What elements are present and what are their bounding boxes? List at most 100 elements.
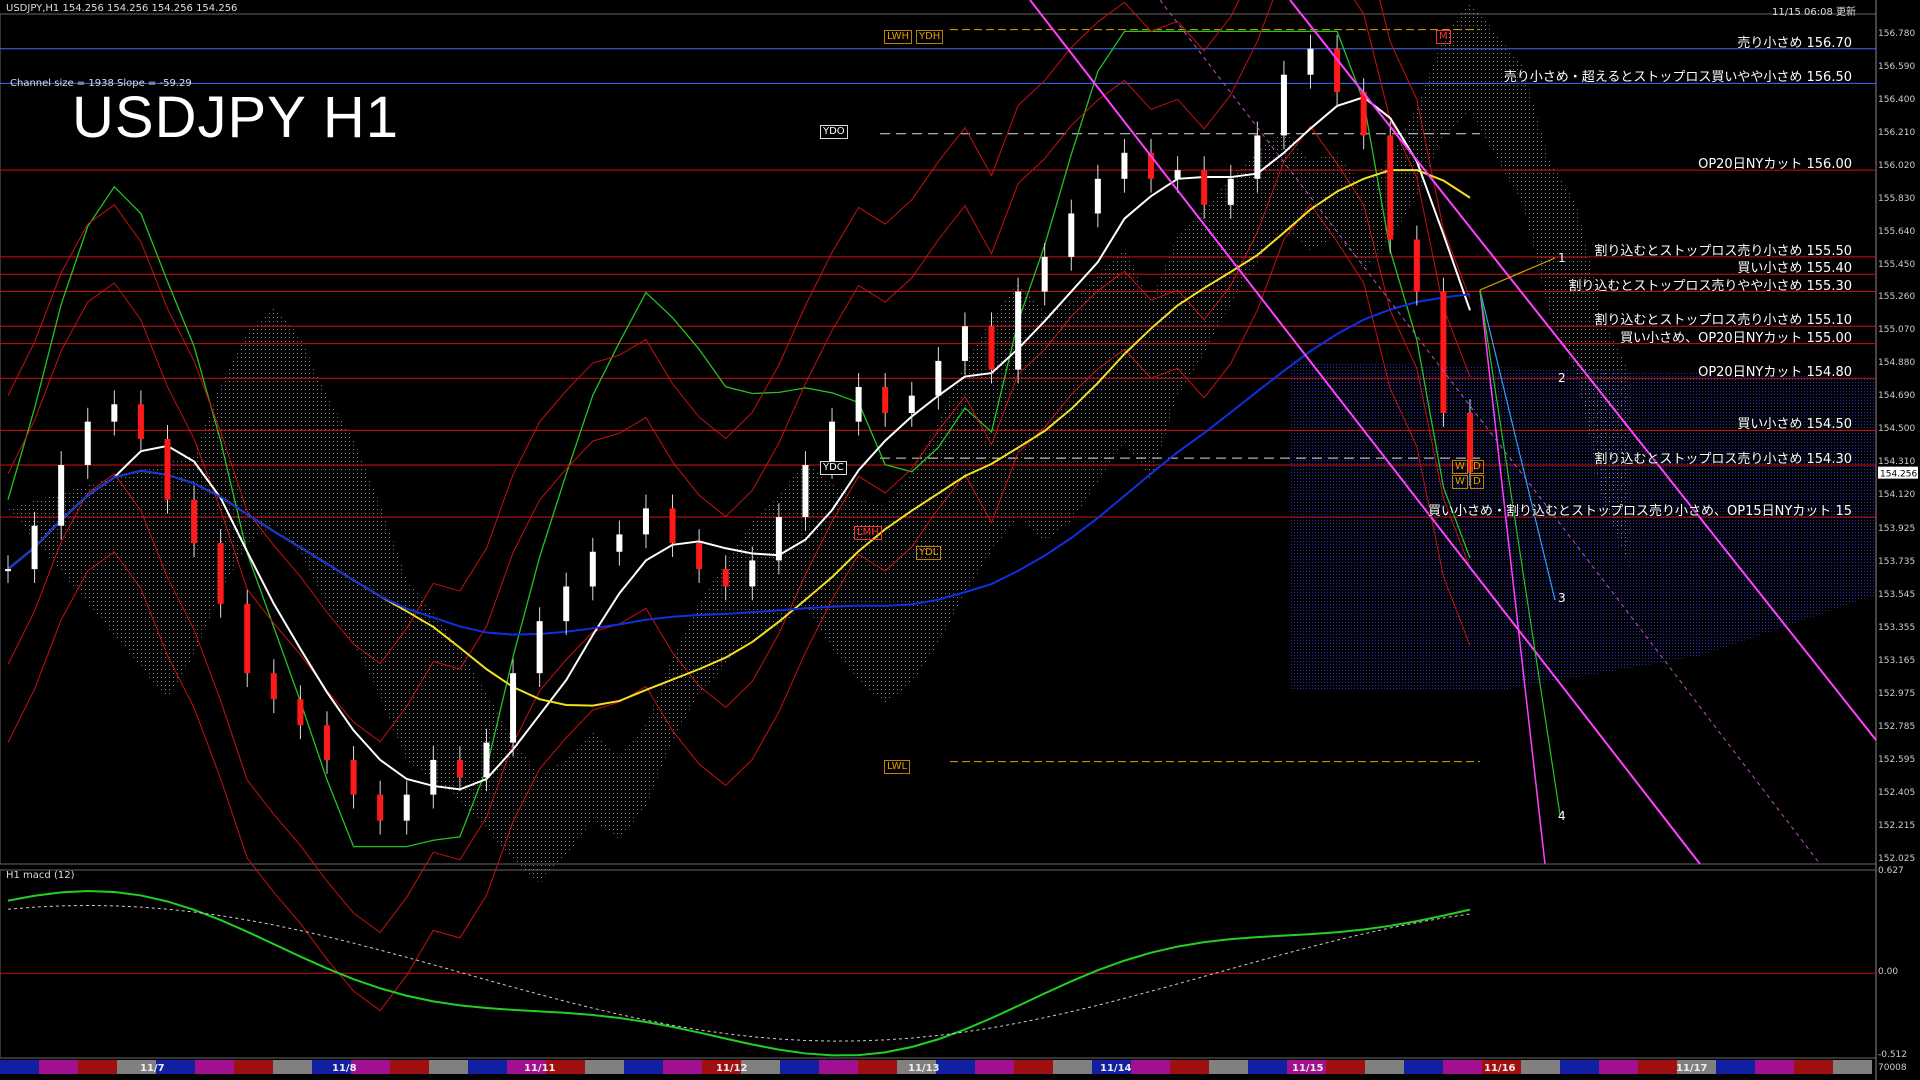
candle-46 [1227, 178, 1234, 205]
symbol-info: USDJPY,H1 154.256 154.256 154.256 154.25… [6, 3, 238, 14]
y-tick-4: 156.020 [1878, 160, 1916, 171]
level-label-1: 売り小さめ・超えるとストップロス買いやや小さめ 156.50 [1503, 70, 1852, 86]
date-strip-seg-29 [1131, 1060, 1170, 1074]
candle-23 [616, 534, 623, 552]
date-strip-seg-11 [429, 1060, 468, 1074]
w-tag-1: W [1452, 460, 1468, 474]
candle-13 [350, 759, 357, 795]
x-date-4: 11/13 [908, 1063, 940, 1074]
price-chart: 154.256 [0, 0, 1918, 1080]
candle-10 [270, 673, 277, 700]
date-strip-seg-31 [1209, 1060, 1248, 1074]
y-tick-2: 156.400 [1878, 94, 1916, 105]
x-date-5: 11/14 [1100, 1063, 1132, 1074]
level-label-2: OP20日NYカット 156.00 [1698, 157, 1852, 173]
date-strip-seg-27 [1053, 1060, 1092, 1074]
candle-12 [323, 725, 330, 760]
date-strip-seg-30 [1170, 1060, 1209, 1074]
current-price-label: 154.256 [1880, 470, 1917, 480]
date-strip-seg-42 [1638, 1060, 1677, 1074]
y-tick-22: 152.595 [1878, 754, 1916, 765]
d-tag-2: D [1470, 475, 1484, 489]
level-label-4: 買い小さめ 155.40 [1737, 261, 1852, 277]
candle-25 [669, 508, 676, 544]
y-tick-11: 154.690 [1878, 391, 1916, 402]
candle-44 [1174, 170, 1181, 179]
x-date-3: 11/12 [716, 1063, 748, 1074]
candle-27 [722, 569, 729, 587]
date-strip-seg-0 [0, 1060, 39, 1074]
candle-19 [510, 673, 517, 743]
y-tick-3: 156.210 [1878, 127, 1916, 138]
candle-2 [58, 465, 65, 526]
candle-34 [908, 395, 915, 413]
x-date-0: 11/7 [140, 1063, 165, 1074]
y-tick-17: 153.545 [1878, 589, 1916, 600]
channel-number-1: 1 [1558, 251, 1566, 265]
y-tick-20: 152.975 [1878, 688, 1916, 699]
candle-30 [802, 465, 809, 518]
candle-20 [536, 621, 543, 674]
candle-5 [137, 404, 144, 439]
lmh-tag: LMH [854, 526, 882, 540]
date-strip-seg-44 [1716, 1060, 1755, 1074]
date-strip-seg-15 [585, 1060, 624, 1074]
candle-53 [1413, 239, 1420, 292]
candle-24 [642, 508, 649, 535]
date-strip-seg-47 [1833, 1060, 1872, 1074]
candle-39 [1041, 256, 1048, 292]
date-strip-seg-35 [1365, 1060, 1404, 1074]
candle-50 [1334, 48, 1341, 93]
level-label-7: 買い小さめ、OP20日NYカット 155.00 [1620, 330, 1852, 346]
candle-28 [749, 560, 756, 587]
date-strip-seg-16 [624, 1060, 663, 1074]
date-strip-seg-22 [858, 1060, 897, 1074]
candle-36 [961, 326, 968, 361]
candle-6 [164, 439, 171, 500]
date-strip-seg-17 [663, 1060, 702, 1074]
candle-4 [111, 404, 118, 422]
w-tag-2: W [1452, 475, 1468, 489]
y-tick-18: 153.355 [1878, 622, 1916, 633]
channel-number-4: 4 [1558, 809, 1566, 823]
x-date-2: 11/11 [524, 1063, 556, 1074]
date-strip-seg-6 [234, 1060, 273, 1074]
candle-37 [988, 326, 995, 370]
future-cloud [1290, 360, 1876, 691]
level-label-0: 売り小さめ 156.70 [1737, 35, 1852, 51]
y-tick-9: 155.070 [1878, 325, 1916, 336]
candle-22 [589, 551, 596, 587]
candle-1 [31, 525, 38, 570]
date-strip-seg-24 [936, 1060, 975, 1074]
date-strip-seg-25 [975, 1060, 1014, 1074]
lwh-tag: LWH [884, 30, 913, 44]
channel-number-3: 3 [1558, 591, 1566, 605]
ydh-tag: YDH [916, 30, 944, 44]
candle-11 [297, 699, 304, 726]
candle-41 [1094, 178, 1101, 214]
x-date-6: 11/15 [1292, 1063, 1324, 1074]
date-strip-seg-10 [390, 1060, 429, 1074]
date-strip-seg-26 [1014, 1060, 1053, 1074]
macd-tick-1: 0.00 [1878, 967, 1899, 978]
volume-label: 70008 [1878, 1063, 1907, 1073]
candle-21 [563, 586, 570, 622]
y-tick-24: 152.215 [1878, 820, 1916, 831]
candle-47 [1254, 135, 1261, 179]
candle-17 [456, 759, 463, 778]
candle-14 [377, 794, 384, 821]
date-strip-seg-39 [1521, 1060, 1560, 1074]
candle-7 [191, 499, 198, 544]
level-label-3: 割り込むとストップロス売り小さめ 155.50 [1594, 243, 1852, 259]
date-strip-seg-20 [780, 1060, 819, 1074]
macd-label: H1 macd (12) [6, 870, 75, 881]
candle-38 [1015, 291, 1022, 370]
date-strip-seg-34 [1326, 1060, 1365, 1074]
ydl-tag: YDL [916, 546, 942, 560]
y-tick-21: 152.785 [1878, 721, 1916, 732]
candle-33 [882, 386, 889, 413]
date-strip-seg-36 [1404, 1060, 1443, 1074]
candle-32 [855, 386, 862, 422]
x-date-8: 11/17 [1676, 1063, 1708, 1074]
candle-40 [1068, 213, 1075, 257]
